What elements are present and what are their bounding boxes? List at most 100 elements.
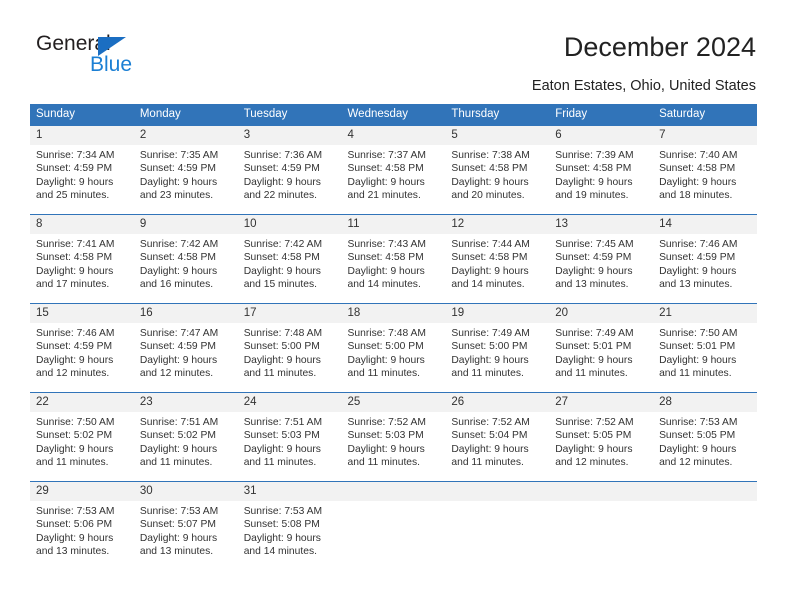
sunrise-text: Sunrise: 7:51 AM [139,417,219,428]
daylight-text-line1: Daylight: 9 hours [451,354,529,366]
sunrise-text: Sunrise: 7:46 AM [36,328,115,339]
day-cell-empty [341,481,446,570]
day-cell[interactable]: 29 Sunrise: 7:53 AM Sunset: 5:06 PM Dayligh… [30,481,134,570]
day-number: 28 [653,393,757,412]
day-cell[interactable]: 16 Sunrise: 7:47 AM Sunset: 4:59 PM Dayligh… [133,303,238,393]
day-cell[interactable]: 8 Sunrise: 7:41 AM Sunset: 4:58 PM Daylight… [30,214,134,304]
day-cell[interactable]: 19 Sunrise: 7:49 AM Sunset: 5:00 PM Dayligh… [445,303,550,393]
daylight-text-line1: Daylight: 9 hours [659,176,737,188]
daylight-text-line2: and 11 minutes. [139,457,213,469]
day-cell[interactable]: 28 Sunrise: 7:53 AM Sunset: 5:05 PM Dayligh… [653,392,757,482]
sunset-text: Sunset: 4:59 PM [139,163,216,175]
day-number: 5 [445,126,550,145]
day-cell[interactable]: 21 Sunrise: 7:50 AM Sunset: 5:01 PM Dayligh… [653,303,757,393]
weekday-header-row: Sunday Monday Tuesday Wednesday Thursday… [30,104,757,126]
day-cell[interactable]: 12 Sunrise: 7:44 AM Sunset: 4:58 PM Dayligh… [445,214,550,304]
week-row: 29 Sunrise: 7:53 AM Sunset: 5:06 PM Dayligh… [30,481,757,570]
sunrise-text: Sunrise: 7:53 AM [139,506,219,517]
day-cell[interactable]: 23 Sunrise: 7:51 AM Sunset: 5:02 PM Dayligh… [133,392,238,482]
day-cell[interactable]: 5 Sunrise: 7:38 AM Sunset: 4:58 PM Daylight… [445,125,550,215]
sunrise-text: Sunrise: 7:40 AM [659,150,738,161]
day-number: 26 [445,393,550,412]
daylight-text-line1: Daylight: 9 hours [36,265,114,277]
day-cell[interactable]: 14 Sunrise: 7:46 AM Sunset: 4:59 PM Dayligh… [653,214,757,304]
day-cell-empty [653,481,757,570]
day-cell[interactable]: 2 Sunrise: 7:35 AM Sunset: 4:59 PM Daylight… [133,125,238,215]
day-cell[interactable]: 9 Sunrise: 7:42 AM Sunset: 4:58 PM Daylight… [133,214,238,304]
day-cell[interactable]: 1 Sunrise: 7:34 AM Sunset: 4:59 PM Daylight… [30,125,134,215]
day-details: Sunrise: 7:43 AM Sunset: 4:58 PM Daylight:… [342,234,446,292]
day-number: 21 [653,304,757,323]
day-cell[interactable]: 20 Sunrise: 7:49 AM Sunset: 5:01 PM Dayligh… [549,303,654,393]
general-blue-logo[interactable]: General Blue [36,32,236,88]
sunset-text: Sunset: 4:59 PM [555,252,632,264]
day-cell[interactable]: 31 Sunrise: 7:53 AM Sunset: 5:08 PM Dayligh… [237,481,342,570]
day-cell[interactable]: 7 Sunrise: 7:40 AM Sunset: 4:58 PM Daylight… [653,125,757,215]
day-cell[interactable]: 18 Sunrise: 7:48 AM Sunset: 5:00 PM Dayligh… [341,303,446,393]
sunset-text: Sunset: 4:58 PM [347,163,424,175]
day-details: Sunrise: 7:52 AM Sunset: 5:05 PM Daylight:… [549,412,653,470]
day-cell[interactable]: 25 Sunrise: 7:52 AM Sunset: 5:03 PM Dayligh… [341,392,446,482]
day-details: Sunrise: 7:41 AM Sunset: 4:58 PM Daylight:… [30,234,134,292]
daylight-text-line1: Daylight: 9 hours [451,443,529,455]
sunrise-text: Sunrise: 7:52 AM [347,417,426,428]
day-cell[interactable]: 22 Sunrise: 7:50 AM Sunset: 5:02 PM Dayligh… [30,392,134,482]
daylight-text-line2: and 11 minutes. [451,457,524,469]
sunset-text: Sunset: 5:03 PM [347,430,424,442]
calendar-header-row-group: Sunday Monday Tuesday Wednesday Thursday… [30,104,757,126]
day-cell[interactable]: 10 Sunrise: 7:42 AM Sunset: 4:58 PM Dayligh… [237,214,342,304]
day-details: Sunrise: 7:46 AM Sunset: 4:59 PM Daylight:… [30,323,134,381]
day-details: Sunrise: 7:49 AM Sunset: 5:00 PM Daylight:… [445,323,549,381]
day-number: 6 [549,126,654,145]
daylight-text-line1: Daylight: 9 hours [139,265,218,277]
sunset-text: Sunset: 5:07 PM [139,519,216,531]
daylight-text-line1: Daylight: 9 hours [555,265,633,277]
daylight-text-line2: and 13 minutes. [139,546,214,558]
daylight-text-line2: and 13 minutes. [659,279,733,291]
sunrise-text: Sunrise: 7:49 AM [555,328,634,339]
sunrise-text: Sunrise: 7:44 AM [451,239,530,250]
day-cell[interactable]: 4 Sunrise: 7:37 AM Sunset: 4:58 PM Daylight… [341,125,446,215]
day-number: 30 [133,482,238,501]
sunrise-text: Sunrise: 7:52 AM [451,417,530,428]
day-details: Sunrise: 7:45 AM Sunset: 4:59 PM Daylight:… [549,234,653,292]
sunrise-text: Sunrise: 7:38 AM [451,150,530,161]
sunset-text: Sunset: 5:05 PM [555,430,632,442]
sunset-text: Sunset: 4:58 PM [36,252,113,264]
sunrise-text: Sunrise: 7:47 AM [139,328,219,339]
day-details: Sunrise: 7:37 AM Sunset: 4:58 PM Daylight:… [342,145,446,203]
daylight-text-line2: and 11 minutes. [659,368,732,380]
day-cell[interactable]: 11 Sunrise: 7:43 AM Sunset: 4:58 PM Dayligh… [341,214,446,304]
sunrise-text: Sunrise: 7:50 AM [36,417,115,428]
sunset-text: Sunset: 5:01 PM [659,341,736,353]
day-cell-empty [445,481,550,570]
day-cell[interactable]: 30 Sunrise: 7:53 AM Sunset: 5:07 PM Dayligh… [133,481,238,570]
day-number [445,482,550,501]
page-header: General Blue December 2024 Eaton Estates… [0,0,792,100]
sunrise-text: Sunrise: 7:42 AM [243,239,323,250]
sunset-text: Sunset: 4:58 PM [555,163,632,175]
day-details: Sunrise: 7:51 AM Sunset: 5:03 PM Daylight:… [238,412,342,470]
day-cell[interactable]: 15 Sunrise: 7:46 AM Sunset: 4:59 PM Dayligh… [30,303,134,393]
daylight-text-line1: Daylight: 9 hours [347,265,425,277]
daylight-text-line1: Daylight: 9 hours [451,176,529,188]
day-cell[interactable]: 13 Sunrise: 7:45 AM Sunset: 4:59 PM Dayligh… [549,214,654,304]
day-cell[interactable]: 17 Sunrise: 7:48 AM Sunset: 5:00 PM Dayligh… [237,303,342,393]
daylight-text-line2: and 22 minutes. [243,190,317,202]
day-number: 7 [653,126,757,145]
daylight-text-line2: and 21 minutes. [347,190,421,202]
day-cell[interactable]: 24 Sunrise: 7:51 AM Sunset: 5:03 PM Dayligh… [237,392,342,482]
day-cell[interactable]: 27 Sunrise: 7:52 AM Sunset: 5:05 PM Dayligh… [549,392,654,482]
day-details: Sunrise: 7:42 AM Sunset: 4:58 PM Daylight:… [134,234,238,292]
day-details: Sunrise: 7:53 AM Sunset: 5:05 PM Daylight:… [653,412,757,470]
day-cell[interactable]: 6 Sunrise: 7:39 AM Sunset: 4:58 PM Daylight… [549,125,654,215]
sunset-text: Sunset: 5:08 PM [243,519,320,531]
weekday-header-wednesday: Wednesday [341,104,446,126]
day-cell[interactable]: 3 Sunrise: 7:36 AM Sunset: 4:59 PM Daylight… [237,125,342,215]
day-cell[interactable]: 26 Sunrise: 7:52 AM Sunset: 5:04 PM Dayligh… [445,392,550,482]
sunrise-text: Sunrise: 7:36 AM [243,150,323,161]
page-subtitle-location: Eaton Estates, Ohio, United States [531,78,756,94]
weekday-header-monday: Monday [133,104,238,126]
daylight-text-line2: and 11 minutes. [451,368,524,380]
daylight-text-line2: and 14 minutes. [347,279,421,291]
